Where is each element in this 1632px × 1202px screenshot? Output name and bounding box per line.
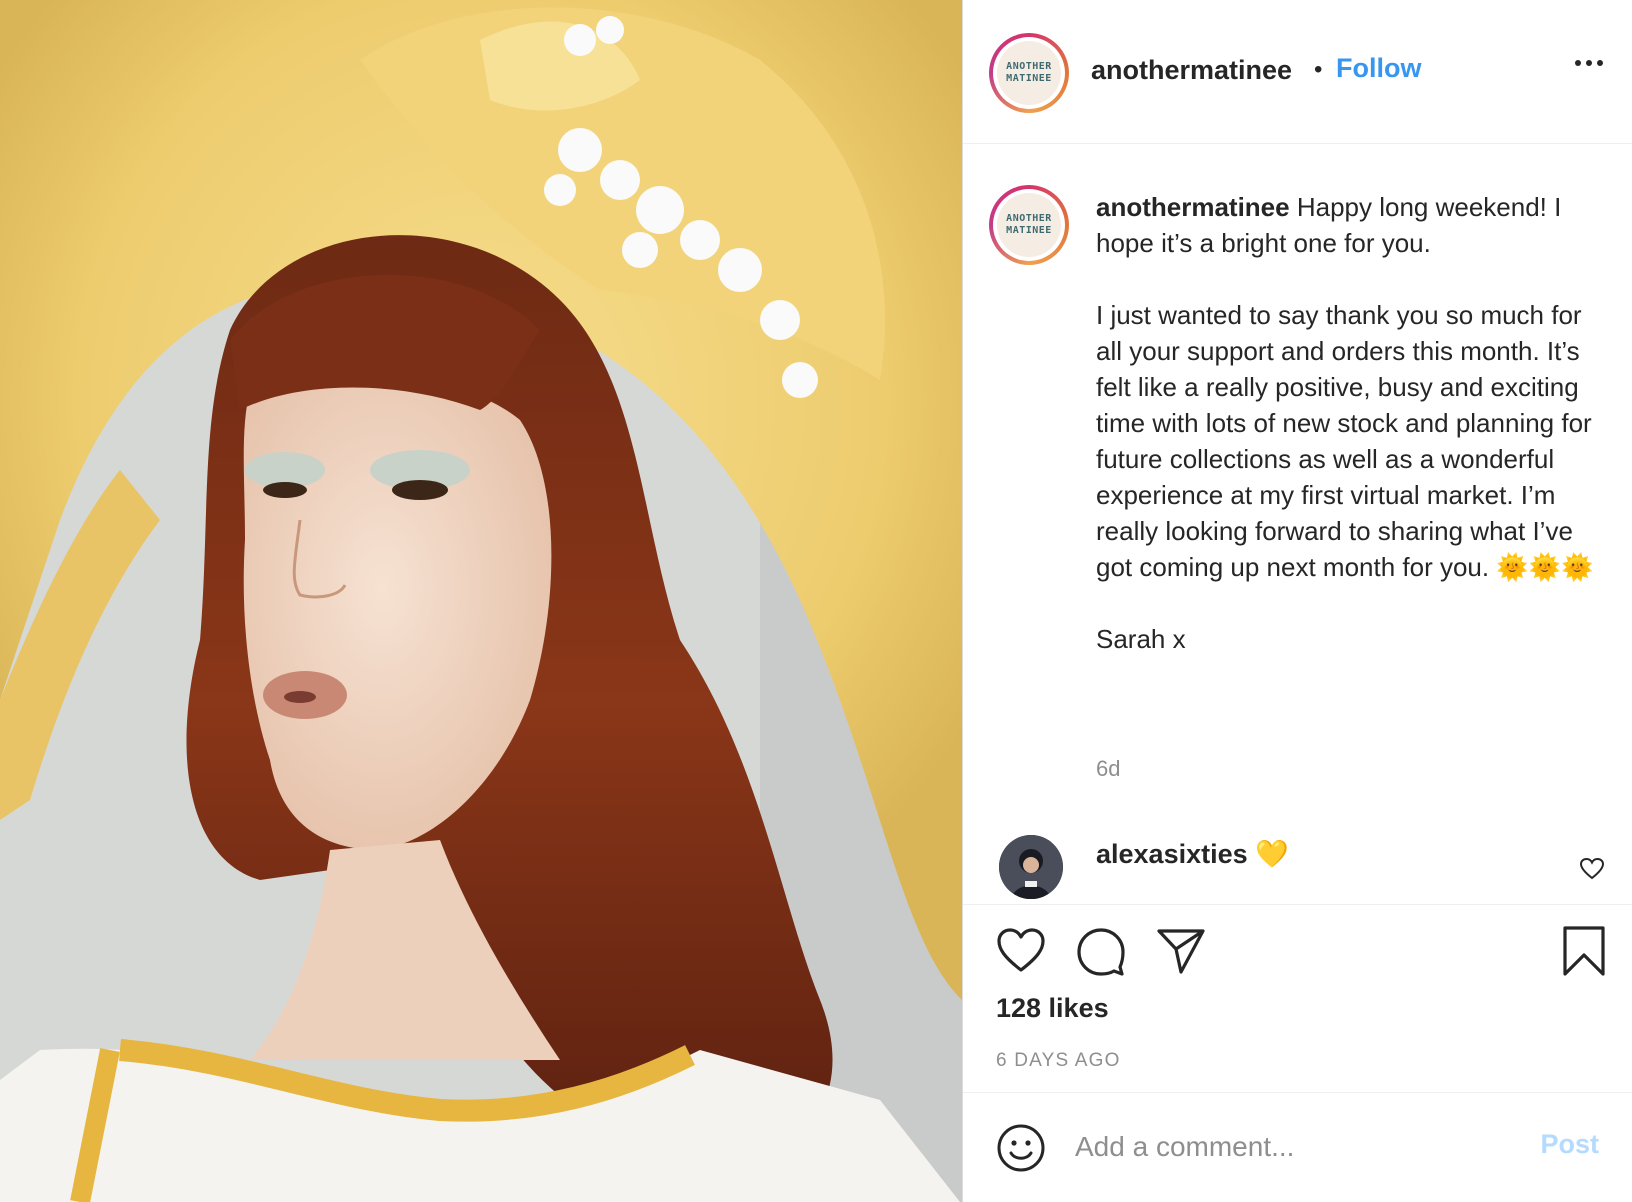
profile-avatar[interactable]: ANOTHER MATINEE xyxy=(989,33,1069,113)
smiley-icon[interactable] xyxy=(996,1123,1046,1178)
post-photo xyxy=(0,0,962,1202)
post-comment-button[interactable]: Post xyxy=(1540,1129,1599,1160)
follow-button[interactable]: Follow xyxy=(1336,53,1421,84)
comment-username[interactable]: alexasixties xyxy=(1096,839,1248,869)
caption-avatar[interactable]: ANOTHER MATINEE xyxy=(989,185,1069,265)
ellipsis-icon[interactable] xyxy=(1575,60,1603,66)
caption-signoff: Sarah x xyxy=(1096,624,1186,654)
commenter-photo xyxy=(999,835,1063,899)
commenter-avatar[interactable] xyxy=(999,835,1063,899)
comment-bar: Post xyxy=(963,1092,1632,1202)
comment-input[interactable] xyxy=(1073,1121,1517,1173)
brand-logo: ANOTHER MATINEE xyxy=(997,193,1061,257)
caption-body: I just wanted to say thank you so much f… xyxy=(1096,300,1594,582)
post-timestamp[interactable]: 6 DAYS AGO xyxy=(996,1050,1121,1072)
paper-plane-icon[interactable] xyxy=(1156,927,1206,980)
brand-logo: ANOTHER MATINEE xyxy=(997,41,1061,105)
separator-dot: • xyxy=(1314,56,1323,83)
comment-text: 💛 xyxy=(1255,839,1289,869)
post-header: ANOTHER MATINEE anothermatinee • Follow xyxy=(963,0,1632,144)
post-caption: anothermatinee Happy long weekend! I hop… xyxy=(1096,189,1606,657)
comments-scroll-area[interactable]: ANOTHER MATINEE anothermatinee Happy lon… xyxy=(963,145,1632,903)
post-details-panel: ANOTHER MATINEE anothermatinee • Follow … xyxy=(962,0,1632,1202)
bookmark-icon[interactable] xyxy=(1561,925,1607,982)
caption-timestamp[interactable]: 6d xyxy=(1096,756,1120,782)
heart-icon[interactable] xyxy=(1579,857,1605,886)
likes-count[interactable]: 128 likes xyxy=(996,993,1109,1024)
speech-bubble-icon[interactable] xyxy=(1076,927,1126,982)
caption-username[interactable]: anothermatinee xyxy=(1096,192,1290,222)
action-bar: 128 likes 6 DAYS AGO xyxy=(963,904,1632,1092)
header-username[interactable]: anothermatinee xyxy=(1091,55,1292,86)
comment-item: alexasixties 💛 xyxy=(1096,838,1289,870)
post-image xyxy=(0,0,962,1202)
heart-icon[interactable] xyxy=(996,927,1046,980)
